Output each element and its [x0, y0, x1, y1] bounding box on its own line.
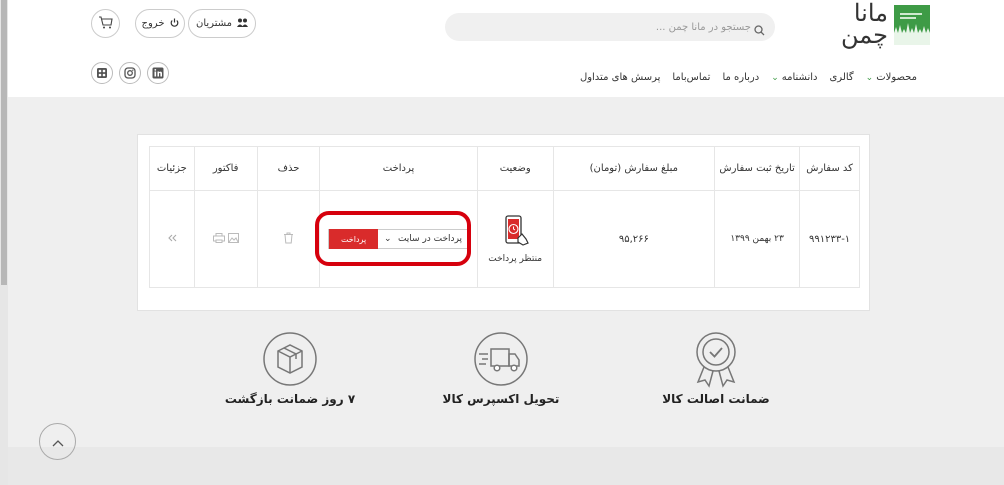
cart-button[interactable]	[91, 9, 120, 38]
pending-payment-icon	[498, 214, 532, 251]
chevron-down-icon: ⌄	[771, 72, 779, 83]
feature-return-guarantee: ۷ روز ضمانت بازگشت	[210, 330, 370, 406]
payment-cell: پرداخت در سایت ⌄ پرداخت	[319, 190, 478, 288]
orders-card: کد سفارش تاریخ ثبت سفارش مبلغ سفارش (توم…	[137, 134, 870, 311]
logo-text-line2: چمن	[841, 21, 888, 49]
orders-table: کد سفارش تاریخ ثبت سفارش مبلغ سفارش (توم…	[149, 146, 860, 288]
customers-icon	[237, 18, 248, 30]
features-strip: ضمانت اصالت کالا تحویل اکسپرس کالا ۷ روز…	[8, 330, 1004, 430]
pay-button[interactable]: پرداخت	[329, 229, 379, 249]
col-delete: حذف	[256, 146, 321, 191]
feature-authenticity: ضمانت اصالت کالا	[636, 330, 796, 406]
nav-item-label: تماس‌باما	[672, 72, 711, 83]
nav-item-products[interactable]: محصولات ⌄	[866, 72, 917, 83]
nav-item-gallery[interactable]: گالری	[829, 72, 853, 83]
col-order-code: کد سفارش	[799, 146, 860, 191]
site-header: مانا چمن مشتریان خروج محصولات⌄	[8, 0, 1004, 97]
logo-grass-mark	[894, 5, 930, 45]
power-icon	[170, 18, 179, 30]
chevron-down-icon: ⌄	[865, 72, 874, 83]
invoice-image-icon[interactable]	[225, 232, 239, 246]
payment-method-select[interactable]: پرداخت در سایت ⌄	[378, 234, 468, 244]
chevron-down-icon: ⌄	[384, 234, 392, 244]
aparat-icon[interactable]	[91, 62, 113, 84]
linkedin-icon[interactable]	[147, 62, 169, 84]
footer-band	[8, 447, 1004, 485]
table-row: ۹۹۱۲۳۳-۱ ۲۳ بهمن ۱۳۹۹ ۹۵,۲۶۶ منتظر پرداخ…	[149, 190, 860, 288]
search-bar[interactable]	[445, 13, 775, 41]
nav-item-label: پرسش های متداول	[579, 72, 661, 83]
feature-label: ضمانت اصالت کالا	[662, 392, 770, 406]
double-chevron-left-icon[interactable]	[167, 234, 177, 245]
main-nav: محصولات ⌄ گالری دانشنامه ⌄ درباره ما تماس‌…	[580, 72, 917, 83]
search-input[interactable]	[461, 13, 751, 41]
nav-item-about[interactable]: درباره ما	[722, 72, 759, 83]
nav-item-faq[interactable]: پرسش های متداول	[580, 72, 660, 83]
order-status-label: منتظر پرداخت	[488, 254, 543, 264]
invoice-cell	[193, 190, 258, 288]
details-cell	[149, 190, 195, 288]
nav-item-label: دانشنامه	[781, 72, 818, 83]
scroll-to-top-button[interactable]	[39, 423, 76, 460]
col-invoice: فاکتور	[193, 146, 258, 191]
express-truck-icon	[421, 330, 581, 388]
payment-method-value: پرداخت در سایت	[397, 234, 463, 244]
col-order-amount: مبلغ سفارش (تومان)	[552, 146, 715, 191]
col-order-date: تاریخ ثبت سفارش	[713, 146, 801, 191]
logout-label: خروج	[141, 18, 165, 29]
feature-label: ۷ روز ضمانت بازگشت	[224, 392, 356, 406]
order-status: منتظر پرداخت	[478, 214, 553, 264]
nav-item-label: محصولات	[876, 72, 917, 83]
delete-cell	[256, 190, 321, 288]
customers-button[interactable]: مشتریان	[188, 9, 256, 38]
trash-icon[interactable]	[283, 232, 294, 247]
table-header-row: کد سفارش تاریخ ثبت سفارش مبلغ سفارش (توم…	[149, 146, 860, 191]
customers-label: مشتریان	[196, 18, 232, 29]
col-status: وضعیت	[476, 146, 554, 191]
feature-label: تحویل اکسپرس کالا	[442, 392, 560, 406]
col-payment: پرداخت	[319, 146, 478, 191]
order-code: ۹۹۱۲۳۳-۱	[799, 190, 860, 288]
nav-item-label: درباره ما	[722, 72, 760, 83]
order-date: ۲۳ بهمن ۱۳۹۹	[713, 190, 801, 288]
chevron-up-icon	[52, 432, 64, 451]
instagram-icon[interactable]	[119, 62, 141, 84]
cart-icon	[98, 14, 113, 33]
col-details: جزئیات	[149, 146, 195, 191]
nav-item-label: گالری	[829, 72, 854, 83]
page-scrollbar[interactable]	[0, 0, 8, 485]
order-amount: ۹۵,۲۶۶	[552, 190, 715, 288]
print-icon[interactable]	[212, 232, 225, 246]
nav-item-contact[interactable]: تماس‌باما	[672, 72, 710, 83]
quality-badge-icon	[636, 330, 796, 388]
logout-button[interactable]: خروج	[135, 9, 185, 38]
logo-wordmark: مانا چمن	[818, 1, 888, 49]
search-icon[interactable]	[754, 21, 765, 40]
payment-control: پرداخت در سایت ⌄ پرداخت	[328, 229, 470, 249]
return-box-icon	[210, 330, 370, 388]
order-status-cell: منتظر پرداخت	[476, 190, 554, 288]
feature-express-delivery: تحویل اکسپرس کالا	[421, 330, 581, 406]
scrollbar-thumb[interactable]	[1, 0, 7, 285]
nav-item-encyclopedia[interactable]: دانشنامه ⌄	[771, 72, 817, 83]
site-logo[interactable]: مانا چمن	[816, 1, 936, 49]
